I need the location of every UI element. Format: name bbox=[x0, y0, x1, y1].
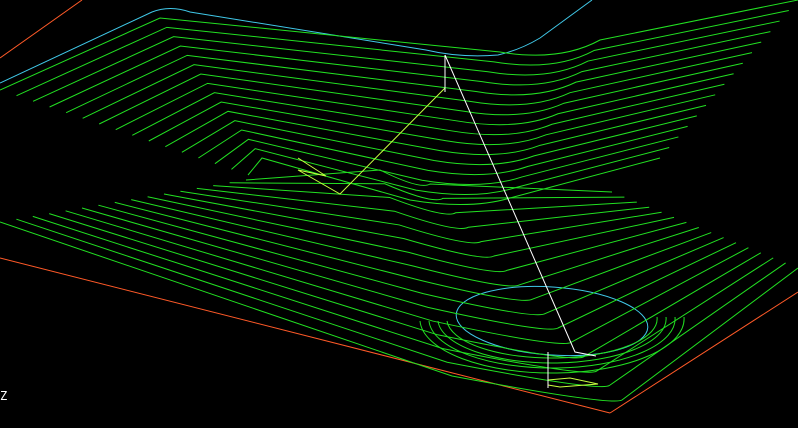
axis-indicator: Z bbox=[0, 389, 8, 403]
toolpath-ring bbox=[81, 52, 753, 330]
stock-edge-left bbox=[0, 0, 83, 59]
stock-edge-right bbox=[609, 291, 798, 414]
toolpath-canvas bbox=[0, 0, 798, 414]
part-boundary-top bbox=[0, 0, 593, 84]
link-move-center bbox=[297, 87, 446, 195]
toolpath-ring bbox=[65, 41, 762, 344]
pocket-toolpath bbox=[0, 0, 798, 402]
toolpath-ring bbox=[446, 316, 658, 359]
hole-boundary bbox=[455, 285, 649, 357]
toolpath-ring bbox=[16, 10, 789, 388]
toolpath-ring bbox=[98, 62, 743, 316]
stock-edge-bottom bbox=[0, 257, 611, 414]
cam-viewport[interactable]: Z bbox=[0, 0, 798, 428]
toolpath-ring bbox=[213, 136, 679, 215]
toolpath-ring bbox=[49, 31, 771, 359]
toolpath-ring bbox=[114, 73, 734, 301]
toolpath-ring bbox=[32, 20, 780, 373]
